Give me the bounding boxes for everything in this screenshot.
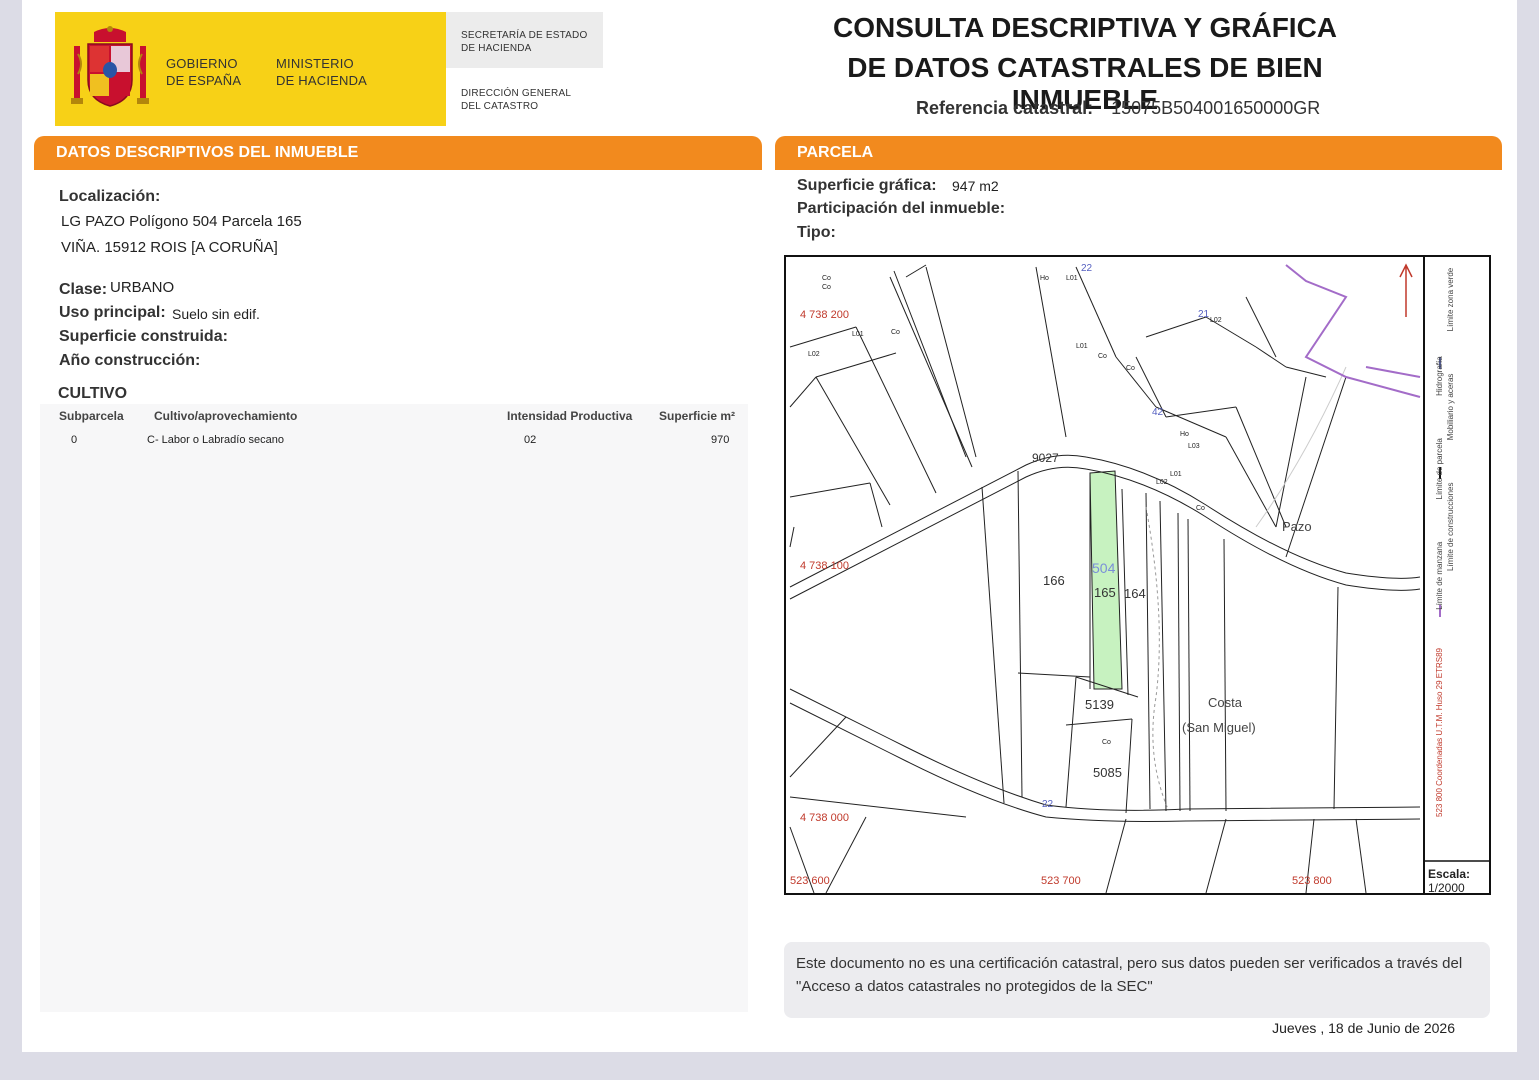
tipo-label: Tipo: bbox=[797, 224, 836, 241]
table-row-subparcela: 0 bbox=[71, 434, 78, 446]
map-legend: 523 800 Coordenadas U.T.M. Huso 29 ETRS8… bbox=[1434, 257, 1456, 817]
document-title-line1: CONSULTA DESCRIPTIVA Y GRÁFICA bbox=[832, 12, 1338, 43]
superficie-grafica-label: Superficie gráfica: bbox=[797, 177, 937, 194]
superficie-construida-label: Superficie construida: bbox=[59, 328, 228, 345]
cadastral-map: 4 738 200 4 738 100 4 738 000 523 600 52… bbox=[784, 255, 1491, 895]
table-row-superficie: 970 bbox=[711, 434, 730, 446]
code-label: Co bbox=[1102, 739, 1111, 746]
scale-value: 1/2000 bbox=[1428, 881, 1465, 895]
disclaimer-notice: Este documento no es una certificación c… bbox=[784, 942, 1490, 1018]
legend-zona-verde: Límite zona verde bbox=[1446, 267, 1455, 332]
document-date: Jueves , 18 de Junio de 2026 bbox=[1272, 1020, 1455, 1036]
superficie-grafica-value: 947 m2 bbox=[952, 178, 999, 194]
uso-value: Suelo sin edif. bbox=[172, 306, 260, 322]
code-label: Co bbox=[1126, 365, 1135, 372]
clase-value: URBANO bbox=[110, 279, 175, 296]
th-subparcela: Subparcela bbox=[59, 409, 124, 423]
map-drawing bbox=[789, 257, 1489, 893]
coord-x-mid: 523 700 bbox=[1041, 875, 1081, 887]
code-label: L01 bbox=[852, 331, 864, 338]
code-label: L01 bbox=[1076, 343, 1088, 350]
code-label: L02 bbox=[1210, 317, 1222, 324]
parcel-9027: 9027 bbox=[1032, 451, 1059, 465]
coord-y-top: 4 738 200 bbox=[800, 309, 849, 321]
secretaria-text: SECRETARÍA DE ESTADO DE HACIENDA bbox=[461, 30, 588, 54]
ano-construccion-label: Año construcción: bbox=[59, 352, 201, 369]
parcel-5139: 5139 bbox=[1085, 697, 1114, 712]
coord-x-right: 523 800 bbox=[1292, 875, 1332, 887]
code-label: Ho bbox=[1040, 275, 1049, 282]
uso-label: Uso principal: bbox=[59, 304, 166, 321]
table-row-cultivo: C- Labor o Labradío secano bbox=[147, 434, 284, 446]
code-label: Co bbox=[1196, 505, 1205, 512]
legend-mobiliario: Mobiliario y aceras bbox=[1446, 373, 1455, 441]
scale-label: Escala: bbox=[1428, 867, 1471, 881]
place-san-miguel: (San Miguel) bbox=[1182, 720, 1256, 735]
th-superficie: Superficie m² bbox=[659, 409, 736, 423]
parcel-5085: 5085 bbox=[1093, 765, 1122, 780]
descriptivos-heading: DATOS DESCRIPTIVOS DEL INMUEBLE bbox=[34, 136, 762, 170]
participacion-label: Participación del inmueble: bbox=[797, 200, 1006, 217]
parcel-504: 504 bbox=[1092, 560, 1116, 576]
clase-label: Clase: bbox=[59, 281, 108, 298]
code-label: L01 bbox=[1170, 471, 1182, 478]
coord-x-left: 523 600 bbox=[790, 875, 830, 887]
code-label: Co bbox=[1098, 353, 1107, 360]
legend-hidrografia: Hidrografía bbox=[1435, 356, 1444, 396]
parcel-22-top: 22 bbox=[1081, 263, 1093, 274]
localizacion-line2: VIÑA. 15912 ROIS [A CORUÑA] bbox=[61, 239, 278, 256]
coat-of-arms-icon bbox=[71, 26, 149, 107]
parcel-42: 42 bbox=[1152, 407, 1164, 418]
legend-coords: 523 800 Coordenadas U.T.M. Huso 29 ETRS8… bbox=[1435, 648, 1444, 817]
legend-construcciones: Límite de construcciones bbox=[1446, 482, 1455, 572]
code-label: Ho bbox=[1180, 431, 1189, 438]
code-label: L02 bbox=[808, 351, 820, 358]
direccion-text: DIRECCIÓN GENERAL DEL CATASTRO bbox=[461, 88, 572, 112]
legend-parcela: Límite de parcela bbox=[1435, 438, 1444, 500]
th-cultivo: Cultivo/aprovechamiento bbox=[154, 409, 298, 423]
cultivo-table bbox=[40, 404, 748, 1012]
parcel-21: 21 bbox=[1198, 309, 1210, 320]
ministerio-text: MINISTERIO DE HACIENDA bbox=[276, 56, 368, 88]
parcela-heading: PARCELA bbox=[775, 136, 1502, 170]
localizacion-label: Localización: bbox=[59, 188, 161, 205]
localizacion-line1: LG PAZO Polígono 504 Parcela 165 bbox=[61, 213, 302, 230]
code-label: Co bbox=[891, 329, 900, 336]
code-label: L01 bbox=[1066, 275, 1078, 282]
coord-y-mid: 4 738 100 bbox=[800, 560, 849, 572]
place-pazo: Pazo bbox=[1282, 519, 1312, 534]
code-label: Co bbox=[822, 284, 831, 291]
parcel-164: 164 bbox=[1124, 586, 1146, 601]
parcel-165: 165 bbox=[1094, 585, 1116, 600]
referencia-catastral: Referencia catastral: 15075B504001650000G… bbox=[916, 98, 1320, 119]
ref-value: 15075B504001650000GR bbox=[1111, 98, 1321, 118]
cultivo-heading: CULTIVO bbox=[58, 385, 128, 402]
parcel-22-bottom: 22 bbox=[1042, 799, 1054, 810]
th-intensidad: Intensidad Productiva bbox=[507, 409, 633, 423]
gobierno-text: GOBIERNO DE ESPAÑA bbox=[166, 56, 242, 88]
coord-y-low: 4 738 000 bbox=[800, 812, 849, 824]
legend-manzana: Límite de manzana bbox=[1435, 541, 1444, 610]
parcel-166: 166 bbox=[1043, 573, 1065, 588]
code-label: L02 bbox=[1156, 479, 1168, 486]
table-row-intensidad: 02 bbox=[524, 434, 537, 446]
north-arrow-icon bbox=[1399, 263, 1413, 317]
code-label: Co bbox=[822, 275, 831, 282]
code-label: L03 bbox=[1188, 443, 1200, 450]
place-costa: Costa bbox=[1208, 695, 1242, 710]
ref-label: Referencia catastral: bbox=[916, 98, 1094, 118]
